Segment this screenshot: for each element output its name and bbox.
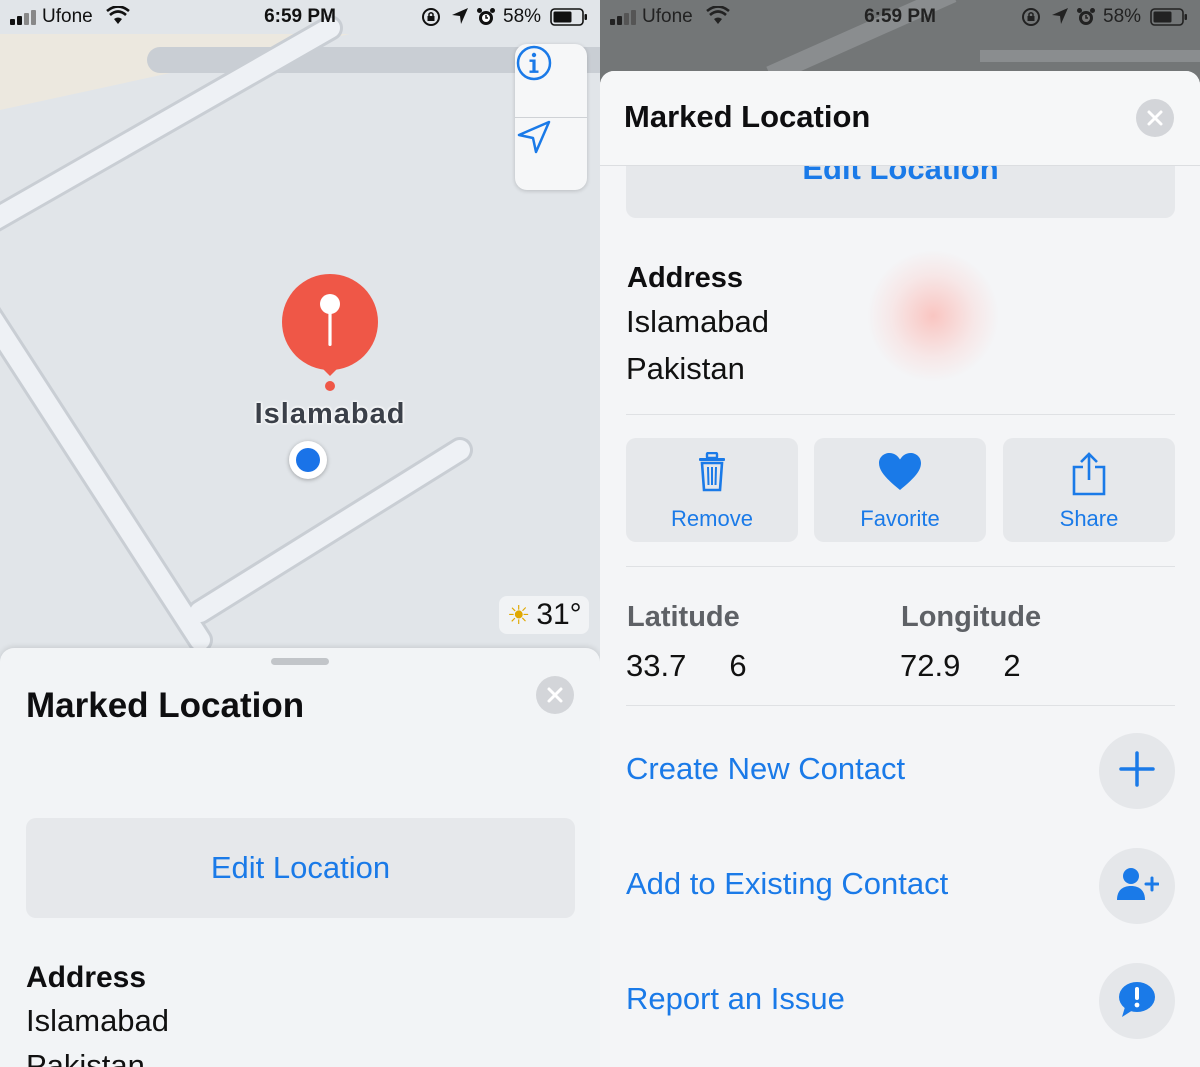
trash-icon [697, 451, 727, 496]
battery-icon [550, 8, 588, 26]
address-heading: Address [627, 262, 744, 294]
address-heading: Address [26, 961, 147, 994]
sheet-grabber[interactable] [271, 658, 329, 665]
location-services-icon [1051, 7, 1069, 25]
heart-icon [878, 452, 922, 496]
location-detail-sheet[interactable]: Marked Location Edit Location Address Is… [600, 71, 1200, 1067]
longitude-label: Longitude [901, 601, 1042, 633]
alarm-icon [1076, 7, 1096, 27]
sheet-title: Marked Location [624, 99, 871, 134]
add-to-existing-contact-row[interactable]: Add to Existing Contact [626, 848, 1175, 924]
right-screen: Ufone 6:59 PM 58% Marked Location Edit L… [600, 0, 1200, 1067]
latitude-value[interactable]: 33.7 6 [626, 648, 747, 684]
close-button[interactable] [536, 676, 574, 714]
track-location-button[interactable] [515, 118, 587, 191]
user-location-dot[interactable] [289, 441, 327, 479]
favorite-button[interactable]: Favorite [814, 438, 986, 542]
close-button[interactable] [1136, 99, 1174, 137]
add-person-icon [1115, 866, 1160, 907]
temperature: 31° [536, 598, 582, 631]
separator [626, 414, 1175, 415]
remove-button[interactable]: Remove [626, 438, 798, 542]
separator [626, 566, 1175, 567]
rotation-lock-icon [421, 7, 441, 27]
address-country: Pakistan [26, 1048, 145, 1067]
left-screen: Islamabad ☀ 31° Ufone 6:59 PM 58% Marked… [0, 0, 600, 1067]
sun-icon: ☀ [507, 599, 531, 630]
create-new-contact-link[interactable]: Create New Contact [626, 751, 905, 787]
map-view[interactable]: Islamabad ☀ 31° [0, 0, 600, 680]
address-city: Islamabad [626, 304, 770, 339]
map-place-label[interactable]: Islamabad [230, 398, 430, 431]
address-city: Islamabad [26, 1003, 170, 1038]
status-bar-right: Ufone 6:59 PM 58% [600, 0, 1200, 34]
exclamation-bubble-icon [1117, 980, 1157, 1023]
report-issue-row[interactable]: Report an Issue [626, 963, 1175, 1039]
latitude-label: Latitude [627, 601, 740, 633]
plus-icon [1119, 750, 1155, 792]
battery-percent: 58% [503, 6, 542, 27]
add-to-existing-contact-button[interactable] [1099, 848, 1175, 924]
report-issue-button[interactable] [1099, 963, 1175, 1039]
create-new-contact-row[interactable]: Create New Contact [626, 733, 1175, 809]
share-icon [1071, 452, 1107, 496]
separator [626, 705, 1175, 706]
marked-location-pin[interactable] [280, 272, 380, 394]
close-icon [1146, 109, 1164, 127]
location-sheet[interactable]: Marked Location Edit Location Address Is… [0, 648, 600, 1067]
edit-location-button[interactable]: Edit Location [26, 818, 575, 918]
battery-percent: 58% [1103, 6, 1142, 27]
report-issue-link[interactable]: Report an Issue [626, 981, 845, 1017]
rotation-lock-icon [1021, 7, 1041, 27]
address-country: Pakistan [626, 351, 745, 386]
longitude-value[interactable]: 72.9 2 [900, 648, 1021, 684]
location-services-icon [451, 7, 469, 25]
create-new-contact-button[interactable] [1099, 733, 1175, 809]
remove-label: Remove [671, 506, 753, 531]
share-label: Share [1059, 506, 1119, 531]
share-button[interactable]: Share [1003, 438, 1175, 542]
alarm-icon [476, 7, 496, 27]
favorite-label: Favorite [860, 506, 940, 531]
touch-highlight [868, 251, 998, 381]
close-icon [546, 686, 564, 704]
sheet-title: Marked Location [26, 686, 305, 725]
battery-icon [1150, 8, 1188, 26]
map-controls [515, 44, 587, 190]
status-bar: Ufone 6:59 PM 58% [0, 0, 600, 34]
info-button[interactable] [515, 44, 587, 117]
weather-badge: ☀ 31° [499, 596, 589, 634]
sheet-header: Marked Location [600, 71, 1200, 166]
add-to-existing-contact-link[interactable]: Add to Existing Contact [626, 866, 948, 902]
